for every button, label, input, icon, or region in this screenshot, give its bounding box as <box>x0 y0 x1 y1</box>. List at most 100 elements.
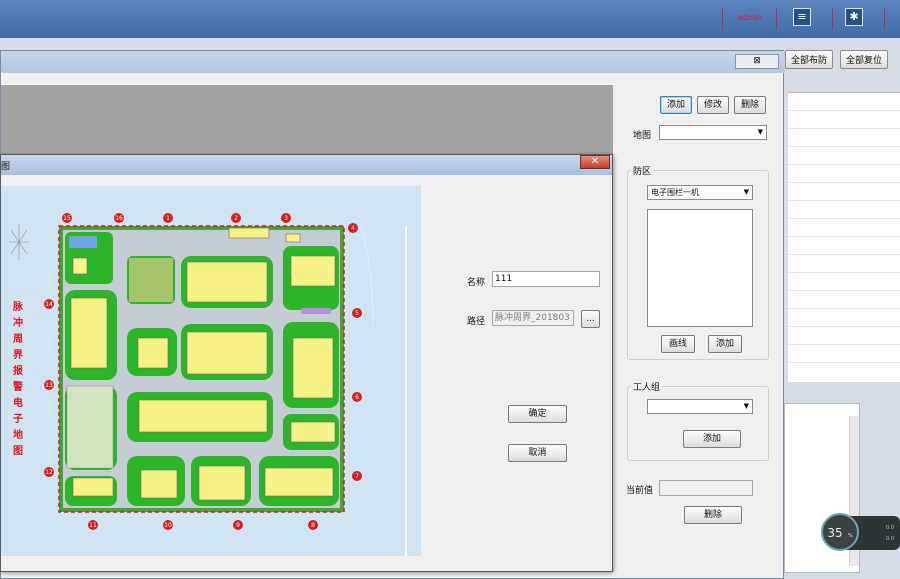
zone-marker[interactable]: 6 <box>352 392 362 402</box>
gauge-side-value: 0.0 <box>886 536 894 542</box>
zone-group-label: 防区 <box>631 164 654 177</box>
chevron-down-icon: ▼ <box>757 128 763 136</box>
usage-gauge: 35 % 0.0 0.0 <box>821 513 900 551</box>
map-title-char: 脉 <box>12 300 24 313</box>
zone-marker-label: 6 <box>355 394 359 401</box>
table-row[interactable] <box>788 147 900 165</box>
table-row[interactable] <box>788 273 900 291</box>
zone-marker-label: 16 <box>115 215 123 222</box>
map-title-char: 图 <box>13 445 23 457</box>
map-title-char: 报 <box>13 364 23 377</box>
all-alarm-button[interactable]: 全部布防 <box>785 50 833 69</box>
table-row[interactable] <box>788 201 900 219</box>
add-map-dialog: 图 ✕ 脉 冲 周 界 报 警 电 子 地 图 15 16 1 2 3 4 5 … <box>0 154 613 572</box>
table-row[interactable] <box>788 327 900 345</box>
worker-add-button[interactable]: 添加 <box>683 430 741 448</box>
all-reset-button[interactable]: 全部复位 <box>840 50 888 69</box>
topbar-divider <box>832 8 833 30</box>
map-preview-image: 脉 冲 周 界 报 警 电 子 地 图 15 16 1 2 3 4 5 6 7 … <box>1 186 421 556</box>
table-row[interactable] <box>788 165 900 183</box>
settings-icon[interactable]: ✱ <box>845 8 863 26</box>
chevron-down-icon: ▼ <box>743 402 749 410</box>
parking-area <box>66 385 114 469</box>
worker-group-label: 工人组 <box>631 380 663 393</box>
table-row[interactable] <box>788 111 900 129</box>
zone-listbox[interactable] <box>647 209 753 327</box>
table-row[interactable] <box>788 237 900 255</box>
right-data-table <box>788 92 900 382</box>
zone-marker-label: 10 <box>164 522 172 529</box>
gauge-unit: % <box>848 533 853 539</box>
name-input[interactable]: 111 <box>492 271 600 287</box>
sports-field <box>129 258 173 302</box>
background-window-titlebar <box>1 51 785 73</box>
path-label: 路径 <box>467 317 486 327</box>
background-window-canvas <box>1 85 613 155</box>
zone-marker[interactable]: 15 <box>62 213 72 223</box>
table-row[interactable] <box>788 255 900 273</box>
zone-marker[interactable]: 9 <box>233 520 243 530</box>
worker-group <box>627 386 769 461</box>
zone-marker[interactable]: 5 <box>352 308 362 318</box>
edit-map-button[interactable]: 修改 <box>697 96 729 114</box>
zone-marker-label: 14 <box>45 301 53 308</box>
zone-marker[interactable]: 12 <box>44 467 54 477</box>
table-row[interactable] <box>788 345 900 363</box>
zone-marker-label: 4 <box>351 225 355 232</box>
browse-button[interactable]: ... <box>581 310 600 328</box>
zone-marker-label: 15 <box>63 215 71 222</box>
ok-button[interactable]: 确定 <box>508 405 567 423</box>
zone-marker[interactable]: 4 <box>348 223 358 233</box>
cancel-button[interactable]: 取消 <box>508 444 567 462</box>
current-value-field[interactable] <box>659 480 753 496</box>
table-row[interactable] <box>788 291 900 309</box>
zone-marker[interactable]: 7 <box>352 471 362 481</box>
zone-marker-label: 8 <box>311 522 315 529</box>
pool-area <box>69 236 97 248</box>
map-title-char: 周 <box>13 333 23 345</box>
map-title-char: 冲 <box>13 316 23 329</box>
zone-marker[interactable]: 10 <box>163 520 173 530</box>
map-title-char: 界 <box>13 349 23 361</box>
dialog-titlebar: 图 <box>1 155 612 175</box>
table-row[interactable] <box>788 129 900 147</box>
bottom-delete-button[interactable]: 删除 <box>684 506 742 524</box>
table-row[interactable] <box>788 309 900 327</box>
top-app-bar: admin ≡ ✱ <box>0 0 900 38</box>
list-icon[interactable]: ≡ <box>793 8 811 26</box>
name-label: 名称 <box>467 278 486 288</box>
table-row[interactable] <box>788 93 900 111</box>
zone-marker-label: 13 <box>45 382 53 389</box>
zone-marker[interactable]: 2 <box>231 213 241 223</box>
map-select[interactable]: ▼ <box>659 125 767 140</box>
dialog-close-button[interactable]: ✕ <box>580 155 610 169</box>
gauge-value: 35 <box>827 526 842 540</box>
purple-structure <box>301 308 331 314</box>
map-title-char: 子 <box>13 413 23 425</box>
zone-add-button[interactable]: 添加 <box>708 335 742 353</box>
topbar-divider <box>776 8 777 30</box>
table-row[interactable] <box>788 219 900 237</box>
current-user[interactable]: admin <box>737 13 762 22</box>
zone-marker-label: 2 <box>234 215 238 222</box>
zone-marker-label: 11 <box>89 522 97 529</box>
zone-marker-label: 9 <box>236 522 240 529</box>
chevron-down-icon: ▼ <box>743 188 749 196</box>
zone-marker[interactable]: 1 <box>163 213 173 223</box>
zone-marker[interactable]: 8 <box>308 520 318 530</box>
delete-map-button[interactable]: 删除 <box>734 96 766 114</box>
path-input[interactable]: 脉冲周界_201803 15 <box>492 310 574 326</box>
zone-select[interactable]: 电子围栏一机 ▼ <box>647 185 753 200</box>
zone-marker[interactable]: 11 <box>88 520 98 530</box>
zone-marker[interactable]: 14 <box>44 299 54 309</box>
background-window-close-button[interactable]: ⊠ <box>735 54 779 69</box>
dialog-title: 图 <box>1 162 11 172</box>
zone-select-value: 电子围栏一机 <box>651 188 699 197</box>
zone-marker[interactable]: 16 <box>114 213 124 223</box>
worker-select[interactable]: ▼ <box>647 399 753 414</box>
draw-line-button[interactable]: 画线 <box>661 335 695 353</box>
zone-marker[interactable]: 13 <box>44 380 54 390</box>
zone-marker[interactable]: 3 <box>281 213 291 223</box>
table-row[interactable] <box>788 183 900 201</box>
add-map-button[interactable]: 添加 <box>660 96 692 114</box>
